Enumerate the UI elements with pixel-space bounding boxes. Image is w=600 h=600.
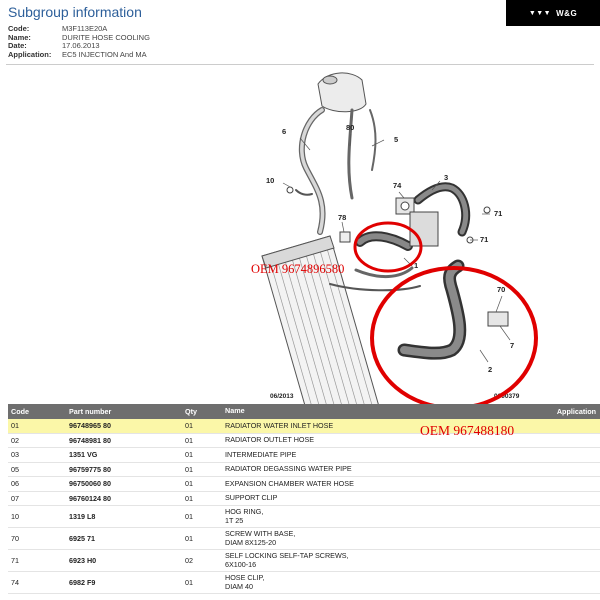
cell-name-line1: INTERMEDIATE PIPE [225, 449, 297, 459]
diagram-date: 06/2013 [270, 393, 294, 400]
cell-name: RADIATOR DEGASSING WATER PIPE [225, 464, 525, 474]
oem-annotation-1: OEM 9674896580 [251, 262, 344, 276]
callout-3: 3 [444, 173, 448, 182]
cell-code: 05 [11, 464, 19, 474]
cell-code: 71 [11, 556, 19, 565]
cell-code: 06 [11, 479, 19, 489]
cell-name-line2: 6X100-16 [225, 559, 257, 569]
cell-qty: 01 [185, 534, 193, 543]
callout-71-lower: 71 [480, 235, 488, 244]
cell-part-number: 96759775 80 [69, 464, 111, 474]
cell-qty: 01 [185, 512, 193, 521]
callout-10: 10 [266, 176, 274, 185]
header-divider [6, 64, 594, 65]
cell-name-line1: SUPPORT CLIP [225, 493, 278, 503]
cell-name-line2: DIAM 40 [225, 581, 253, 591]
callout-5: 5 [394, 135, 398, 144]
table-row[interactable]: 05 96759775 80 01 RADIATOR DEGASSING WATER … [8, 463, 600, 477]
cell-name: EXPANSION CHAMBER WATER HOSE [225, 478, 525, 488]
cell-code: 10 [11, 512, 19, 521]
cell-name: HOG RING, 1T 25 [225, 507, 525, 525]
cell-code: 70 [11, 534, 19, 543]
cell-part-number: 96760124 80 [69, 493, 111, 503]
cell-part-number: 96748981 80 [69, 435, 111, 445]
subgroup-info: Code: M3F113E20A Name: DURITE HOSE COOLING… [8, 24, 150, 60]
cell-qty: 01 [185, 435, 193, 445]
cell-code: 74 [11, 578, 19, 587]
cell-qty: 01 [185, 464, 193, 474]
cell-part-number: 96750060 80 [69, 479, 111, 489]
cell-name: INTERMEDIATE PIPE [225, 449, 525, 459]
table-row[interactable]: 71 6923 H0 02 SELF LOCKING SELF-TAP SCREWS,… [8, 550, 600, 572]
subgroup-header: Subgroup information Code: M3F113E20A Nam… [0, 0, 600, 64]
cell-qty: 02 [185, 556, 193, 565]
table-header: Code Part number Qty Name Application [8, 404, 600, 419]
cell-name-line1: EXPANSION CHAMBER WATER HOSE [225, 478, 354, 488]
cell-code: 03 [11, 450, 19, 460]
col-part-number[interactable]: Part number [69, 407, 185, 416]
col-application[interactable]: Application [525, 407, 600, 416]
cell-qty: 01 [185, 479, 193, 489]
callout-78: 78 [338, 213, 346, 222]
callout-6: 6 [282, 127, 286, 136]
cell-part-number: 1351 VG [69, 450, 98, 460]
table-row[interactable]: 10 1319 L8 01 HOG RING, 1T 25 [8, 506, 600, 528]
callout-80: 80 [346, 123, 354, 132]
cell-qty: 01 [185, 450, 193, 460]
cell-name-line1: RADIATOR DEGASSING WATER PIPE [225, 464, 352, 474]
cell-name-line2: DIAM 8X125-20 [225, 537, 277, 547]
info-label: Application: [8, 49, 52, 59]
col-code[interactable]: Code [8, 407, 69, 416]
cell-code: 02 [11, 435, 19, 445]
cell-qty: 01 [185, 421, 193, 431]
callout-7: 7 [510, 341, 514, 350]
info-row-application: Application: EC5 INJECTION And MA [8, 49, 150, 60]
callout-74: 74 [393, 181, 402, 190]
oem-annotation-2: OEM 967488180 [420, 423, 515, 438]
cell-qty: 01 [185, 578, 193, 587]
expansion-tank [317, 72, 367, 113]
callout-70: 70 [497, 285, 505, 294]
callout-2: 2 [488, 365, 492, 374]
table-row[interactable]: 03 1351 VG 01 INTERMEDIATE PIPE [8, 448, 600, 463]
cell-name-line1: HOG RING, [225, 507, 264, 517]
table-row[interactable]: 07 96760124 80 01 SUPPORT CLIP [8, 492, 600, 506]
cell-part-number: 6982 F9 [69, 578, 96, 587]
logo-text: W&G [556, 8, 578, 18]
brand-logo: ▼▼▼ W&G [506, 0, 600, 26]
cell-part-number: 96748965 80 [69, 421, 111, 431]
cell-part-number: 6923 H0 [69, 556, 97, 565]
col-qty[interactable]: Qty [185, 407, 225, 416]
cell-name: SCREW WITH BASE, DIAM 8X125-20 [225, 529, 525, 547]
table-row[interactable]: 70 6925 71 01 SCREW WITH BASE, DIAM 8X125-20 [8, 528, 600, 550]
table-row[interactable]: 74 6982 F9 01 HOSE CLIP, DIAM 40 [8, 572, 600, 594]
table-row[interactable]: 06 96750060 80 01 EXPANSION CHAMBER WATER H… [8, 477, 600, 492]
cell-name: HOSE CLIP, DIAM 40 [225, 573, 525, 591]
cell-name: SUPPORT CLIP [225, 493, 525, 503]
page-title: Subgroup information [8, 4, 142, 20]
cell-name-line1: HOSE CLIP, [225, 573, 265, 583]
wg-logo-icon: ▼▼▼ [528, 9, 552, 17]
cell-code: 07 [11, 493, 19, 503]
callout-71-upper: 71 [494, 209, 502, 218]
cell-part-number: 1319 L8 [69, 512, 96, 521]
col-name[interactable]: Name [225, 406, 525, 415]
parts-diagram[interactable]: 6 80 5 10 74 3 71 71 78 1 70 7 2 06/2013… [0, 66, 600, 404]
cell-part-number: 6925 71 [69, 534, 95, 543]
table-body: 01 96748965 80 01 RADIATOR WATER INLET HOSE… [8, 419, 600, 594]
cell-name-line1: SELF LOCKING SELF-TAP SCREWS, [225, 551, 349, 561]
info-value: EC5 INJECTION And MA [62, 49, 147, 59]
cell-code: 01 [11, 421, 19, 431]
cell-name-line2: 1T 25 [225, 515, 244, 525]
cell-qty: 01 [185, 493, 193, 503]
cell-name: SELF LOCKING SELF-TAP SCREWS, 6X100-16 [225, 551, 525, 569]
